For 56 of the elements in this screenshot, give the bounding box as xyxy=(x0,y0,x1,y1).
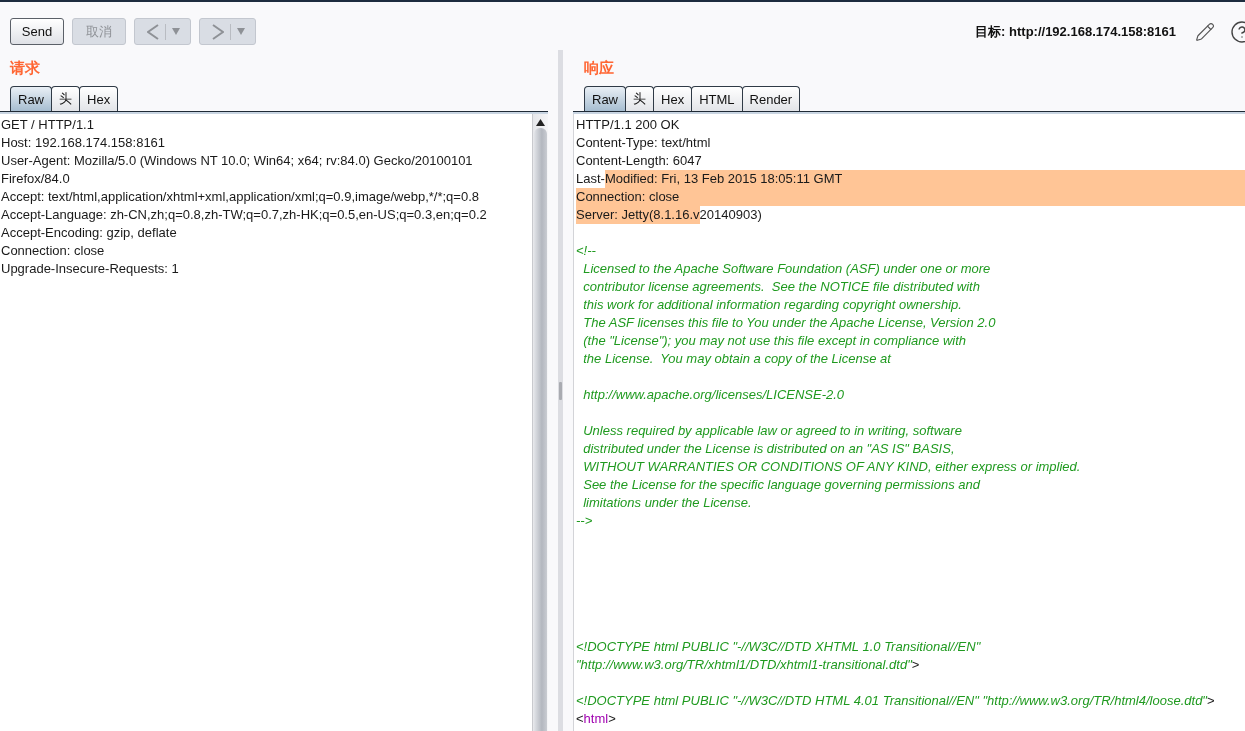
pencil-icon[interactable] xyxy=(1195,21,1215,42)
tab[interactable]: HTML xyxy=(691,86,743,111)
code-line: The ASF licenses this file to You under the Apache License, Version 2.0 xyxy=(582,314,996,332)
tab[interactable]: 头 xyxy=(51,86,80,111)
code-line: <!-- xyxy=(576,242,596,260)
scroll-thumb[interactable] xyxy=(534,128,547,731)
code-line: Server: Jetty(8.1.16.v20140903) xyxy=(576,206,762,224)
tab[interactable]: Hex xyxy=(79,86,119,111)
code-line: distributed under the License is distributed on an "AS IS" BASIS, xyxy=(582,440,955,458)
code-line: Connection: close xyxy=(1,242,105,260)
tab[interactable]: Render xyxy=(741,86,801,111)
help-icon[interactable] xyxy=(1230,19,1245,44)
response-title: 响应 xyxy=(584,58,614,78)
code-line: GET / HTTP/1.1 xyxy=(1,116,94,134)
code-line: Unless required by applicable law or agreed to in writing, software xyxy=(582,422,962,440)
send-button[interactable]: Send xyxy=(10,18,64,45)
code-line: http://www.apache.org/licenses/LICENSE-2.0 xyxy=(582,386,845,404)
tab[interactable]: Hex xyxy=(653,86,693,111)
target-label: 目标: http://192.168.174.158:8161 xyxy=(975,22,1176,41)
code-line: User-Agent: Mozilla/5.0 (Windows NT 10.0; Win64; x64; rv:84.0) Gecko/20100101 xyxy=(1,152,473,170)
code-line: <!DOCTYPE html PUBLIC "-//W3C//DTD XHTML 1.0 Transitional//EN" xyxy=(576,638,981,656)
code-line: this work for additional information regarding copyright ownership. xyxy=(582,296,962,314)
code-line: Upgrade-Insecure-Requests: 1 xyxy=(1,260,179,278)
code-line: (the "License"); you may not use this file except in compliance with xyxy=(582,332,967,350)
chevron-right-icon xyxy=(212,23,224,40)
code-line: Connection: close xyxy=(576,188,1245,206)
chevron-left-icon xyxy=(147,23,159,40)
code-line: contributor license agreements. See the NOTICE file distributed with xyxy=(582,278,980,296)
caret-icon xyxy=(172,28,180,35)
code-line: Content-Type: text/html xyxy=(576,134,711,152)
scrollbar[interactable] xyxy=(532,114,548,731)
code-line: HTTP/1.1 200 OK xyxy=(576,116,680,134)
code-line: "http://www.w3.org/TR/xhtml1/DTD/xhtml1-transitional.dtd"> xyxy=(576,656,920,674)
request-title: 请求 xyxy=(10,58,40,78)
code-line: Host: 192.168.174.158:8161 xyxy=(1,134,166,152)
code-line: Content-Length: 6047 xyxy=(576,152,702,170)
code-line: <html> xyxy=(576,710,616,728)
tab[interactable]: Raw xyxy=(584,86,626,111)
tab[interactable]: Raw xyxy=(10,86,52,111)
code-line: Accept-Language: zh-CN,zh;q=0.8,zh-TW;q=0.7,zh-HK;q=0.5,en-US;q=0.3,en;q=0.2 xyxy=(1,206,487,224)
code-line: Firefox/84.0 xyxy=(1,170,70,188)
grip-icon xyxy=(559,381,562,400)
code-line: Licensed to the Apache Software Foundation (ASF) under one or more xyxy=(582,260,991,278)
caret-icon xyxy=(237,28,245,35)
split-handle[interactable] xyxy=(558,50,563,731)
code-line: Accept: text/html,application/xhtml+xml,application/xml;q=0.9,image/webp,*/*;q=0.8 xyxy=(1,188,479,206)
code-line: Last-Modified: Fri, 13 Feb 2015 18:05:11 GMT xyxy=(576,170,1245,188)
code-line: Accept-Encoding: gzip, deflate xyxy=(1,224,177,242)
arrow-up-icon[interactable] xyxy=(536,119,545,126)
tab[interactable]: 头 xyxy=(625,86,654,111)
code-line: <!DOCTYPE html PUBLIC "-//W3C//DTD HTML 4.01 Transitional//EN" "http://www.w3.org/TR/html4/loose.dtd"> xyxy=(576,692,1215,710)
code-line: the License. You may obtain a copy of the License at xyxy=(582,350,891,368)
code-line: --> xyxy=(576,512,593,530)
code-line: See the License for the specific language governing permissions and xyxy=(582,476,980,494)
code-line: WITHOUT WARRANTIES OR CONDITIONS OF ANY KIND, either express or implied. xyxy=(582,458,1081,476)
code-line: limitations under the License. xyxy=(582,494,752,512)
